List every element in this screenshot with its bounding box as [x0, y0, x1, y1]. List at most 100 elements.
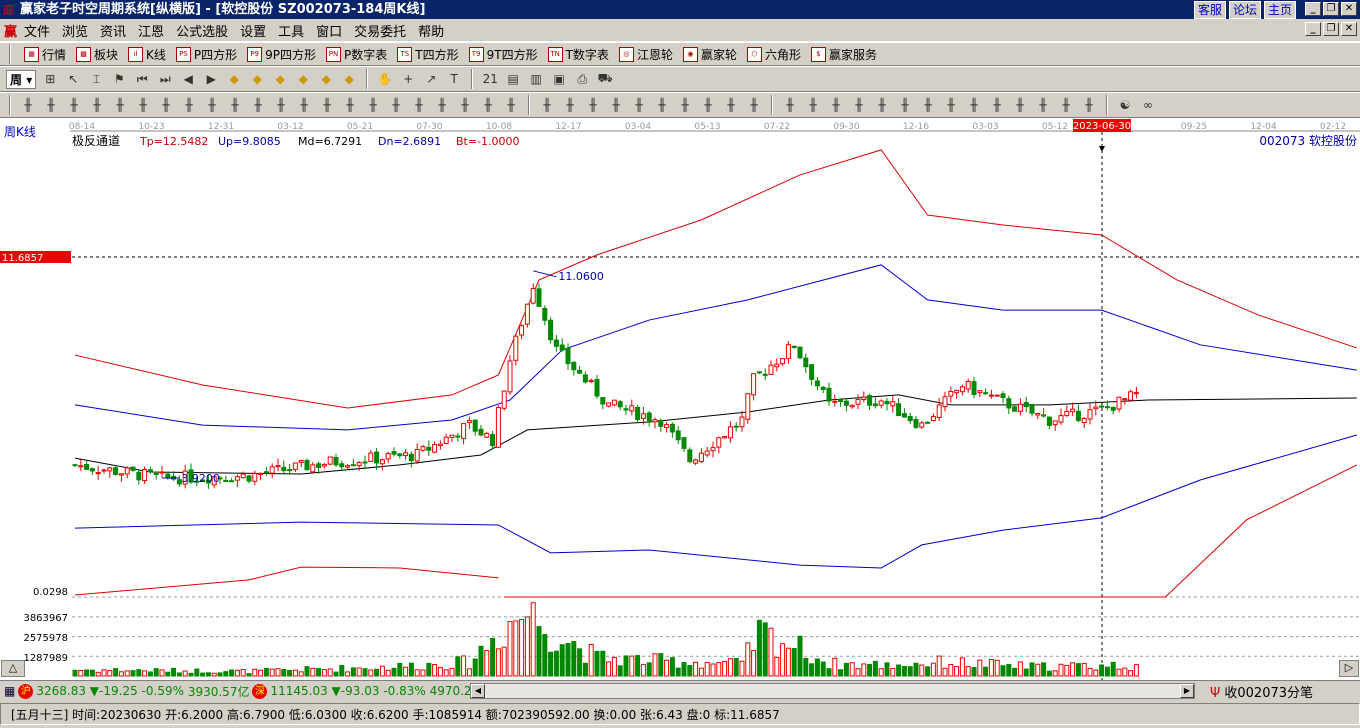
draw-tool-17-icon[interactable]: ╫: [410, 96, 428, 114]
draw-tool-0-icon[interactable]: ╫: [19, 96, 37, 114]
gann-tool-6-icon[interactable]: ╫: [676, 96, 694, 114]
diamond-3-icon[interactable]: ◆: [271, 70, 289, 88]
draw-tool-3-icon[interactable]: ╫: [88, 96, 106, 114]
diamond-6-icon[interactable]: ◆: [340, 70, 358, 88]
draw-tool-12-icon[interactable]: ╫: [295, 96, 313, 114]
analysis-tool-5-icon[interactable]: ╫: [896, 96, 914, 114]
draw-tool-1-icon[interactable]: ╫: [42, 96, 60, 114]
gann-tool-5-icon[interactable]: ╫: [653, 96, 671, 114]
child-restore-button[interactable]: ❐: [1323, 22, 1339, 36]
arrow-icon[interactable]: ↗: [422, 70, 440, 88]
infinity-icon[interactable]: ∞: [1139, 96, 1157, 114]
child-close-button[interactable]: ✕: [1341, 22, 1357, 36]
analysis-tool-12-icon[interactable]: ╫: [1057, 96, 1075, 114]
analysis-tool-1-icon[interactable]: ╫: [804, 96, 822, 114]
draw-tool-18-icon[interactable]: ╫: [433, 96, 451, 114]
scroll-right-arrow[interactable]: ▶: [1180, 684, 1194, 698]
gann-tool-8-icon[interactable]: ╫: [722, 96, 740, 114]
zoom-icon[interactable]: ⊞: [41, 70, 59, 88]
draw-tool-11-icon[interactable]: ╫: [272, 96, 290, 114]
analysis-tool-2-icon[interactable]: ╫: [827, 96, 845, 114]
draw-tool-21-icon[interactable]: ╫: [502, 96, 520, 114]
menu-item-7[interactable]: 窗口: [316, 21, 342, 40]
truck-icon[interactable]: ⛟: [596, 70, 614, 88]
menu-item-1[interactable]: 浏览: [62, 21, 88, 40]
menu-item-8[interactable]: 交易委托: [354, 21, 406, 40]
menu-item-4[interactable]: 公式选股: [176, 21, 228, 40]
last-icon[interactable]: ⏭: [156, 70, 174, 88]
chart-canvas[interactable]: 08-14 10-23 12-31 03-12 05-21 07-30 10-08 12-17…: [0, 118, 1360, 680]
prev-icon[interactable]: ◀: [179, 70, 197, 88]
menu-item-2[interactable]: 资讯: [100, 21, 126, 40]
diamond-4-icon[interactable]: ◆: [294, 70, 312, 88]
restore-button[interactable]: ❐: [1323, 2, 1339, 16]
menu-item-5[interactable]: 设置: [240, 21, 266, 40]
toolbar-button-9[interactable]: ◎ 江恩轮: [618, 46, 673, 63]
diamond-2-icon[interactable]: ◆: [248, 70, 266, 88]
gann-tool-1-icon[interactable]: ╫: [561, 96, 579, 114]
toolbar-button-0[interactable]: ▦ 行情: [24, 46, 66, 63]
toolbar-button-6[interactable]: TS T四方形: [397, 46, 459, 63]
analysis-tool-0-icon[interactable]: ╫: [781, 96, 799, 114]
toolbar-button-1[interactable]: ▩ 板块: [76, 46, 118, 63]
draw-tool-5-icon[interactable]: ╫: [134, 96, 152, 114]
analysis-tool-8-icon[interactable]: ╫: [965, 96, 983, 114]
gann-tool-3-icon[interactable]: ╫: [607, 96, 625, 114]
draw-tool-20-icon[interactable]: ╫: [479, 96, 497, 114]
draw-tool-13-icon[interactable]: ╫: [318, 96, 336, 114]
scroll-left-arrow[interactable]: ◀: [471, 684, 485, 698]
analysis-tool-9-icon[interactable]: ╫: [988, 96, 1006, 114]
analysis-tool-10-icon[interactable]: ╫: [1011, 96, 1029, 114]
toolbar-button-11[interactable]: ⬡ 六角形: [746, 46, 801, 63]
draw-tool-2-icon[interactable]: ╫: [65, 96, 83, 114]
gann-tool-9-icon[interactable]: ╫: [745, 96, 763, 114]
toolbar-button-10[interactable]: ◉ 赢家轮: [682, 46, 737, 63]
forum-link[interactable]: 论坛: [1228, 1, 1261, 19]
minimize-button[interactable]: _: [1305, 2, 1321, 16]
next-icon[interactable]: ▶: [202, 70, 220, 88]
diamond-5-icon[interactable]: ◆: [317, 70, 335, 88]
tick-data-link[interactable]: Ψ 收002073分笔: [1210, 682, 1313, 701]
report-icon[interactable]: ▥: [527, 70, 545, 88]
volume-expand-button[interactable]: △: [1, 660, 25, 677]
hand-icon[interactable]: ✋: [376, 70, 394, 88]
close-button[interactable]: ✕: [1341, 2, 1357, 16]
toolbar-button-7[interactable]: T9 9T四方形: [468, 46, 538, 63]
menu-item-6[interactable]: 工具: [278, 21, 304, 40]
diamond-1-icon[interactable]: ◆: [225, 70, 243, 88]
homepage-link[interactable]: 主页: [1263, 1, 1296, 19]
toolbar-button-4[interactable]: P9 9P四方形: [247, 46, 316, 63]
toolbar-button-5[interactable]: PN P数字表: [326, 46, 387, 63]
flag-icon[interactable]: ⚑: [110, 70, 128, 88]
menu-item-0[interactable]: 文件: [24, 21, 50, 40]
crosshair-icon[interactable]: +: [399, 70, 417, 88]
draw-tool-9-icon[interactable]: ╫: [226, 96, 244, 114]
chart-scrollbar[interactable]: ◀ ▶: [470, 683, 1195, 699]
draw-tool-7-icon[interactable]: ╫: [180, 96, 198, 114]
draw-tool-6-icon[interactable]: ╫: [157, 96, 175, 114]
draw-tool-4-icon[interactable]: ╫: [111, 96, 129, 114]
menu-item-9[interactable]: 帮助: [418, 21, 444, 40]
analysis-tool-6-icon[interactable]: ╫: [919, 96, 937, 114]
gann-tool-2-icon[interactable]: ╫: [584, 96, 602, 114]
analysis-tool-7-icon[interactable]: ╫: [942, 96, 960, 114]
text-icon[interactable]: T: [445, 70, 463, 88]
period-select[interactable]: 周 ▾: [6, 69, 37, 89]
toolbar-button-8[interactable]: TN T数字表: [547, 46, 609, 63]
yinyang-icon[interactable]: ☯: [1116, 96, 1134, 114]
save-icon[interactable]: ▣: [550, 70, 568, 88]
toolbar-button-12[interactable]: $ 赢家服务: [810, 46, 877, 63]
draw-tool-10-icon[interactable]: ╫: [249, 96, 267, 114]
calendar-icon[interactable]: 21: [481, 70, 499, 88]
draw-tool-8-icon[interactable]: ╫: [203, 96, 221, 114]
first-icon[interactable]: ⏮: [133, 70, 151, 88]
gann-tool-0-icon[interactable]: ╫: [538, 96, 556, 114]
analysis-tool-11-icon[interactable]: ╫: [1034, 96, 1052, 114]
analysis-tool-3-icon[interactable]: ╫: [850, 96, 868, 114]
toolbar-button-2[interactable]: ıl K线: [128, 46, 166, 63]
pointer-icon[interactable]: ↖: [64, 70, 82, 88]
print-icon[interactable]: ⎙: [573, 70, 591, 88]
bar-icon[interactable]: ⌶: [87, 70, 105, 88]
volume-expand-button-right[interactable]: ▷: [1339, 660, 1359, 677]
analysis-tool-13-icon[interactable]: ╫: [1080, 96, 1098, 114]
